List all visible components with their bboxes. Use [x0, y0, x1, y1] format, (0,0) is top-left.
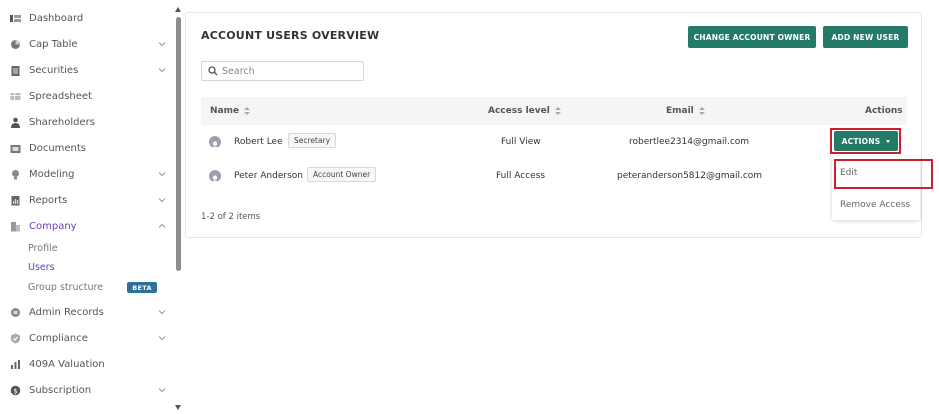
sidebar-scrollbar[interactable]: [174, 7, 183, 410]
sidebar-subitem-users[interactable]: Users: [28, 262, 55, 273]
highlight-box-actions: [830, 128, 901, 154]
person-icon: [10, 117, 21, 128]
sidebar-item-securities[interactable]: Securities: [0, 60, 172, 80]
sidebar-item-label: Compliance: [29, 332, 88, 344]
sidebar-item-admin-records[interactable]: Admin Records: [0, 302, 172, 322]
scroll-down-arrow-icon[interactable]: [175, 405, 181, 410]
sidebar-item-reports[interactable]: Reports: [0, 190, 172, 210]
change-account-owner-button[interactable]: CHANGE ACCOUNT OWNER: [688, 26, 816, 48]
sidebar-item-label: Dashboard: [29, 12, 84, 24]
sidebar-item-label: 409A Valuation: [29, 358, 105, 370]
sidebar: Dashboard Cap Table Securities Spreadshe…: [0, 0, 172, 414]
sidebar-item-compliance[interactable]: Compliance: [0, 328, 172, 348]
sidebar-item-company[interactable]: Company: [0, 216, 172, 236]
spreadsheet-icon: [10, 91, 21, 102]
chevron-down-icon: [158, 310, 166, 315]
user-email: peteranderson5812@gmail.com: [617, 171, 763, 181]
sidebar-item-label: Cap Table: [29, 38, 78, 50]
chevron-down-icon: [158, 42, 166, 47]
dollar-icon: $: [10, 385, 21, 396]
column-header-name[interactable]: Name: [210, 106, 251, 116]
chevron-down-icon: [158, 198, 166, 203]
bar-chart-icon: [10, 359, 21, 370]
sidebar-item-label: Modeling: [29, 168, 75, 180]
sidebar-item-label: Spreadsheet: [29, 90, 92, 102]
chevron-up-icon: [158, 223, 166, 228]
pagination-info: 1-2 of 2 items: [201, 212, 261, 222]
user-name: Robert Lee: [234, 137, 283, 147]
add-new-user-button[interactable]: ADD NEW USER: [823, 26, 908, 48]
sidebar-item-label: Admin Records: [29, 306, 104, 318]
records-icon: [10, 307, 21, 318]
sidebar-item-subscription[interactable]: $ Subscription: [0, 380, 172, 400]
table-row: Robert Lee Secretary Full View robertlee…: [201, 125, 907, 159]
sidebar-item-label: Documents: [29, 142, 87, 154]
user-email: robertlee2314@gmail.com: [629, 137, 750, 147]
sidebar-item-modeling[interactable]: Modeling: [0, 164, 172, 184]
search-field[interactable]: [201, 61, 364, 81]
highlight-box-edit: [834, 159, 933, 189]
sidebar-item-label: Shareholders: [29, 116, 95, 128]
search-input[interactable]: [222, 64, 360, 78]
search-icon: [208, 66, 218, 76]
dashboard-icon: [10, 13, 21, 24]
beta-badge: BETA: [127, 282, 157, 293]
sidebar-item-409a-valuation[interactable]: 409A Valuation: [0, 354, 172, 374]
sort-icon: [554, 106, 561, 116]
sidebar-item-label: Reports: [29, 194, 68, 206]
app-root: Dashboard Cap Table Securities Spreadshe…: [0, 0, 939, 414]
user-name: Peter Anderson: [234, 171, 303, 181]
sort-icon: [698, 106, 705, 116]
scroll-up-arrow-icon[interactable]: [175, 7, 181, 12]
users-overview-card: ACCOUNT USERS OVERVIEW CHANGE ACCOUNT OW…: [185, 12, 922, 238]
building-icon: [10, 221, 21, 232]
column-header-email[interactable]: Email: [666, 106, 705, 116]
avatar: [209, 170, 221, 182]
access-level: Full Access: [496, 171, 546, 181]
sidebar-subitem-group-structure[interactable]: Group structure: [28, 282, 103, 293]
bulb-icon: [10, 169, 21, 180]
menu-item-remove-access[interactable]: Remove Access: [840, 200, 910, 210]
chevron-down-icon: [158, 68, 166, 73]
folder-icon: [10, 143, 21, 154]
sidebar-subitem-profile[interactable]: Profile: [28, 243, 58, 254]
sidebar-item-shareholders[interactable]: Shareholders: [0, 112, 172, 132]
table-row: Peter Anderson Account Owner Full Access…: [201, 159, 907, 193]
sidebar-item-label: Company: [29, 220, 77, 232]
sidebar-item-spreadsheet[interactable]: Spreadsheet: [0, 86, 172, 106]
chevron-down-icon: [158, 336, 166, 341]
access-level: Full View: [501, 137, 541, 147]
sidebar-item-label: Subscription: [29, 384, 92, 396]
table-header: Name Access level Email Actions: [201, 97, 907, 125]
column-header-actions: Actions: [865, 106, 903, 116]
report-icon: [10, 195, 21, 206]
role-badge: Account Owner: [307, 167, 377, 182]
svg-text:$: $: [13, 387, 17, 395]
scrollbar-thumb[interactable]: [176, 17, 181, 271]
avatar: [209, 136, 221, 148]
sidebar-item-documents[interactable]: Documents: [0, 138, 172, 158]
sidebar-item-dashboard[interactable]: Dashboard: [0, 8, 172, 28]
chevron-down-icon: [158, 388, 166, 393]
chevron-down-icon: [158, 172, 166, 177]
shield-check-icon: [10, 333, 21, 344]
column-header-access-level[interactable]: Access level: [488, 106, 561, 116]
clipboard-icon: [10, 65, 21, 76]
sidebar-item-label: Securities: [29, 64, 79, 76]
page-title: ACCOUNT USERS OVERVIEW: [201, 29, 380, 42]
sort-icon: [244, 106, 251, 116]
pie-chart-icon: [10, 39, 21, 50]
role-badge: Secretary: [288, 133, 337, 148]
sidebar-item-cap-table[interactable]: Cap Table: [0, 34, 172, 54]
